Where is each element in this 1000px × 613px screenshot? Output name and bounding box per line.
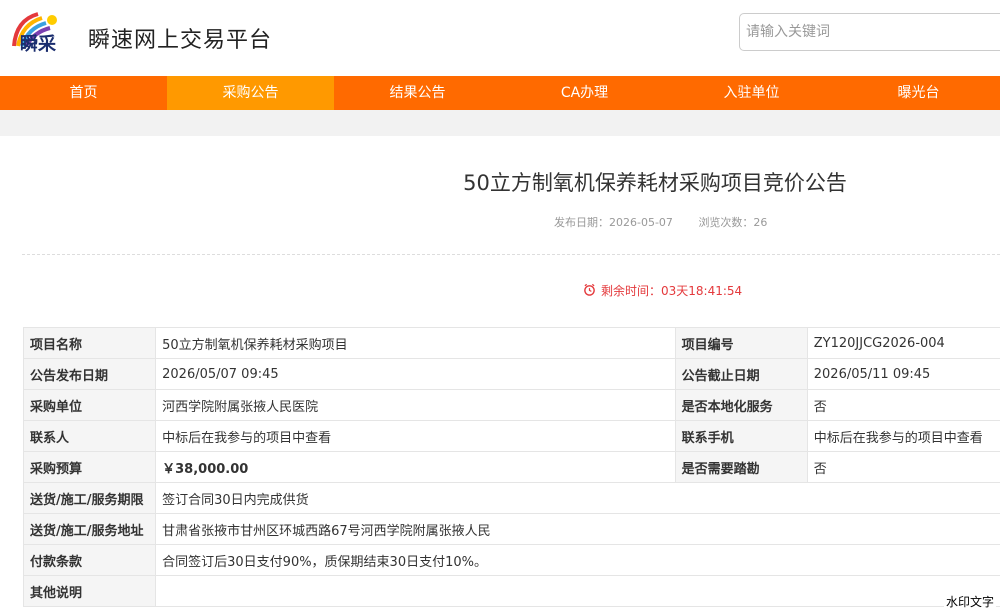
page-title: 50立方制氧机保养耗材采购项目竞价公告 — [463, 171, 847, 195]
nav-item-home[interactable]: 首页 — [0, 76, 167, 110]
label-other-notes: 其他说明 — [22, 575, 157, 607]
value-project-code: ZY120JJCG2026-004 — [806, 327, 1000, 359]
label-project-code: 项目编号 — [674, 327, 808, 359]
label-contact-phone: 联系手机 — [674, 420, 808, 452]
alarm-clock-icon — [583, 283, 596, 299]
label-budget: 采购预算 — [22, 451, 157, 483]
table-row: 付款条款 合同签订后30日支付90%，质保期结束30日支付10%。 — [22, 544, 1000, 576]
label-deadline: 公告截止日期 — [674, 358, 808, 390]
nav-item-result-notice[interactable]: 结果公告 — [334, 76, 501, 110]
nav-item-exposure[interactable]: 曝光台 — [835, 76, 1000, 110]
label-purchaser: 采购单位 — [22, 389, 157, 421]
project-info-table: 项目名称 50立方制氧机保养耗材采购项目 项目编号 ZY120JJCG2026-… — [22, 327, 1000, 607]
site-logo[interactable]: 瞬采 — [8, 6, 82, 64]
value-project-name: 50立方制氧机保养耗材采购项目 — [155, 327, 676, 359]
label-contact: 联系人 — [22, 420, 157, 452]
nav-item-member-units[interactable]: 入驻单位 — [668, 76, 835, 110]
label-payment-terms: 付款条款 — [22, 544, 157, 576]
table-row: 送货/施工/服务地址 甘肃省张掖市甘州区环城西路67号河西学院附属张掖人民 — [22, 513, 1000, 545]
table-row: 联系人 中标后在我参与的项目中查看 联系手机 中标后在我参与的项目中查看 — [22, 420, 1000, 452]
value-purchaser: 河西学院附属张掖人民医院 — [155, 389, 676, 421]
view-count: 浏览次数：26 — [698, 216, 768, 229]
notice-meta: 发布日期：2026-05-07 浏览次数：26 — [554, 214, 789, 230]
value-site-survey: 否 — [806, 451, 1000, 483]
nav-item-procurement-notice[interactable]: 采购公告 — [167, 76, 334, 110]
table-row: 项目名称 50立方制氧机保养耗材采购项目 项目编号 ZY120JJCG2026-… — [22, 327, 1000, 359]
value-local-service: 否 — [806, 389, 1000, 421]
countdown-text: 剩余时间：03天18:41:54 — [601, 284, 743, 298]
value-contact: 中标后在我参与的项目中查看 — [155, 420, 676, 452]
table-row: 采购预算 ￥38,000.00 是否需要踏勘 否 — [22, 451, 1000, 483]
divider — [22, 254, 1000, 255]
publish-date: 发布日期：2026-05-07 — [554, 216, 673, 229]
table-row: 其他说明 — [22, 575, 1000, 607]
value-delivery-address: 甘肃省张掖市甘州区环城西路67号河西学院附属张掖人民 — [155, 513, 1000, 545]
value-delivery-period: 签订合同30日内完成供货 — [155, 482, 1000, 514]
value-budget: ￥38,000.00 — [155, 451, 676, 483]
search-box — [739, 13, 1000, 51]
label-delivery-period: 送货/施工/服务期限 — [22, 482, 157, 514]
label-site-survey: 是否需要踏勘 — [674, 451, 808, 483]
table-row: 采购单位 河西学院附属张掖人民医院 是否本地化服务 否 — [22, 389, 1000, 421]
main-nav: 首页 采购公告 结果公告 CA办理 入驻单位 曝光台 — [0, 76, 1000, 110]
watermark: 水印文字 — [943, 593, 996, 610]
logo-text: 瞬采 — [20, 33, 57, 55]
label-delivery-address: 送货/施工/服务地址 — [22, 513, 157, 545]
site-name: 瞬速网上交易平台 — [88, 28, 273, 53]
search-input[interactable] — [740, 14, 992, 50]
value-other-notes — [155, 575, 1000, 607]
nav-item-ca[interactable]: CA办理 — [501, 76, 668, 110]
label-project-name: 项目名称 — [22, 327, 157, 359]
countdown: 剩余时间：03天18:41:54 — [583, 282, 742, 299]
header: 瞬采 瞬速网上交易平台 — [0, 0, 1000, 76]
value-publish-date: 2026/05/07 09:45 — [155, 358, 676, 390]
label-publish-date: 公告发布日期 — [22, 358, 157, 390]
value-deadline: 2026/05/11 09:45 — [806, 358, 1000, 390]
value-payment-terms: 合同签订后30日支付90%，质保期结束30日支付10%。 — [155, 544, 1000, 576]
value-contact-phone: 中标后在我参与的项目中查看 — [806, 420, 1000, 452]
label-local-service: 是否本地化服务 — [674, 389, 808, 421]
table-row: 送货/施工/服务期限 签订合同30日内完成供货 — [22, 482, 1000, 514]
table-row: 公告发布日期 2026/05/07 09:45 公告截止日期 2026/05/1… — [22, 358, 1000, 390]
